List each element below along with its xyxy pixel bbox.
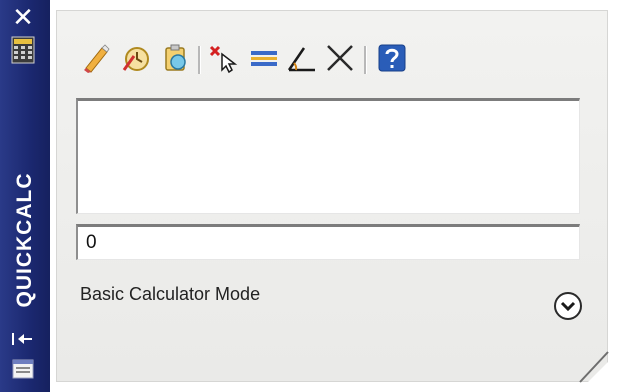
palette-title: QUICKCALC: [13, 172, 36, 308]
properties-icon[interactable]: [11, 358, 35, 380]
clear-history-icon[interactable]: [120, 42, 152, 74]
chevron-down-circle-icon[interactable]: [552, 290, 584, 322]
help-icon[interactable]: [376, 42, 408, 74]
palette-title-bar[interactable]: ✕ QUICKCALC: [0, 0, 50, 392]
toolbar-separator: [198, 46, 201, 74]
eraser-icon[interactable]: [80, 42, 112, 74]
title-container: QUICKCALC: [4, 165, 46, 315]
calculator-mode-label: Basic Calculator Mode: [80, 284, 261, 304]
toolbar-separator: [364, 46, 367, 74]
calculator-input[interactable]: [76, 224, 580, 260]
history-area[interactable]: [76, 98, 580, 214]
toolbar: [80, 42, 500, 78]
calculator-grid-icon[interactable]: [11, 36, 35, 64]
paste-to-command-line-icon[interactable]: [160, 42, 192, 74]
pick-point-icon[interactable]: [208, 42, 240, 74]
quickcalc-window: ✕ QUICKCALC 0 Basic Calculator Mode: [0, 0, 618, 392]
angle-icon[interactable]: [286, 42, 318, 74]
intersection-icon[interactable]: [324, 42, 356, 74]
distance-icon[interactable]: [248, 42, 280, 74]
close-button[interactable]: ✕: [8, 5, 38, 31]
auto-hide-icon[interactable]: [10, 330, 36, 348]
